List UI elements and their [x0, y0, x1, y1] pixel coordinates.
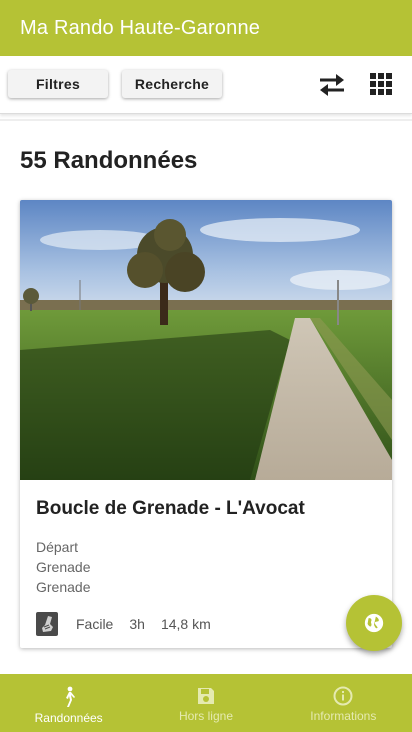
departure-value: Grenade — [36, 559, 91, 575]
hike-card[interactable]: Boucle de Grenade - L'Avocat Départ Gren… — [20, 200, 392, 648]
app-bar: Ma Rando Haute-Garonne — [0, 0, 412, 56]
nav-hors-ligne[interactable]: Hors ligne — [137, 674, 274, 732]
list-toolbar: Filtres Recherche — [0, 56, 412, 114]
search-button[interactable]: Recherche — [122, 70, 222, 98]
nav-label-hors-ligne: Hors ligne — [178, 709, 233, 723]
hike-title: Boucle de Grenade - L'Avocat — [36, 498, 305, 519]
globe-icon — [364, 613, 384, 633]
divider — [0, 119, 412, 121]
filters-button[interactable]: Filtres — [8, 70, 108, 98]
distance: 14,8 km — [160, 616, 211, 632]
map-fab[interactable] — [346, 595, 402, 651]
app-title: Ma Rando Haute-Garonne — [20, 16, 261, 39]
swap-icon[interactable] — [316, 72, 348, 98]
nav-label-randonnees: Randonnées — [34, 711, 103, 725]
hiker-icon — [65, 686, 75, 707]
arrival-value: Grenade — [36, 579, 91, 595]
nav-label-informations: Informations — [310, 709, 377, 723]
duration: 3h — [129, 616, 145, 632]
nav-randonnees[interactable]: Randonnées — [0, 674, 137, 732]
boot-icon — [36, 612, 58, 636]
hike-stats: Facile 3h 14,8 km — [36, 612, 227, 636]
info-icon — [333, 686, 353, 706]
nav-informations[interactable]: Informations — [275, 674, 412, 732]
save-icon — [197, 688, 214, 704]
results-count-heading: 55 Randonnées — [20, 147, 198, 174]
difficulty: Facile — [76, 616, 114, 632]
bottom-navigation: Randonnées Hors ligne Informations — [0, 674, 412, 732]
grid-icon[interactable] — [370, 73, 392, 95]
hike-photo — [20, 200, 392, 480]
departure-label: Départ — [36, 539, 79, 555]
